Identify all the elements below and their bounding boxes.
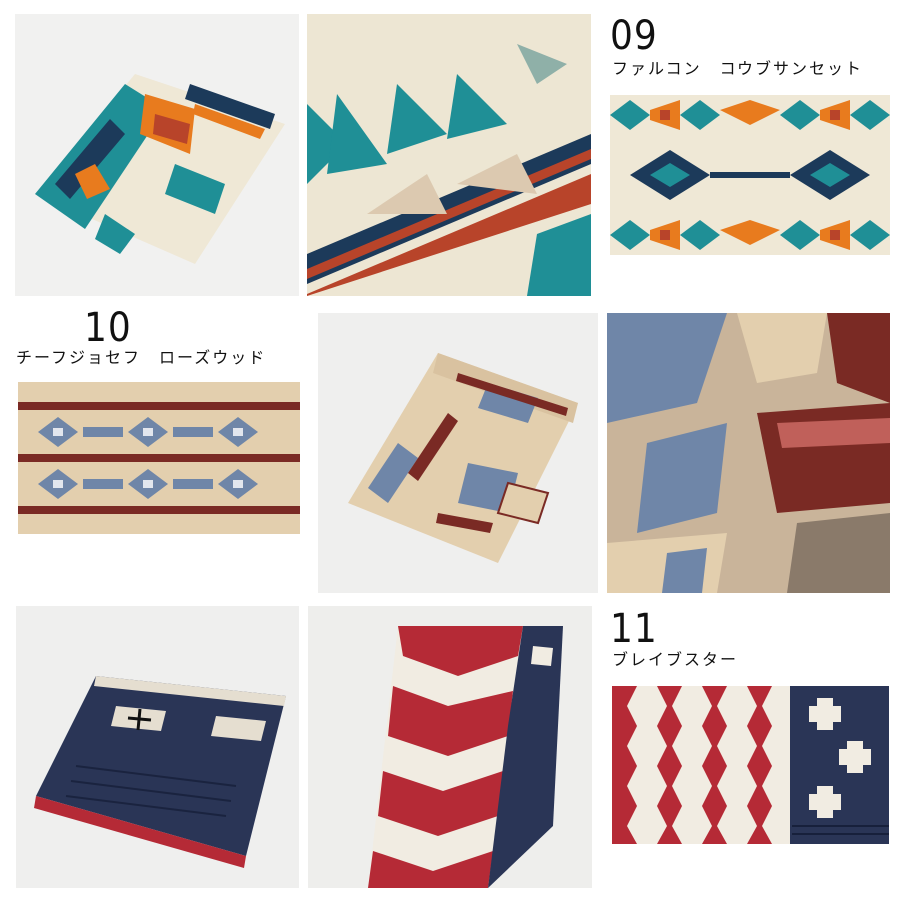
product-number-09: 09 bbox=[610, 13, 658, 59]
falcon-folded-towel-photo bbox=[15, 14, 299, 296]
chief-joseph-folded-towel-photo bbox=[318, 313, 598, 593]
product-name-09: ファルコン コウブサンセット bbox=[612, 59, 864, 78]
brave-star-folded-towel-photo bbox=[16, 606, 299, 888]
brave-star-draped-towel-photo bbox=[308, 606, 592, 888]
product-name-10: チーフジョセフ ローズウッド bbox=[16, 348, 267, 367]
falcon-flat-towel-photo bbox=[610, 95, 890, 255]
falcon-closeup-photo bbox=[307, 14, 591, 296]
chief-joseph-closeup-photo bbox=[607, 313, 890, 593]
product-number-10: 10 bbox=[84, 305, 132, 351]
chief-joseph-flat-towel-photo bbox=[18, 382, 300, 534]
product-name-11: ブレイブスター bbox=[612, 650, 739, 669]
brave-star-flat-towel-photo bbox=[612, 686, 889, 844]
product-number-11: 11 bbox=[610, 606, 658, 652]
